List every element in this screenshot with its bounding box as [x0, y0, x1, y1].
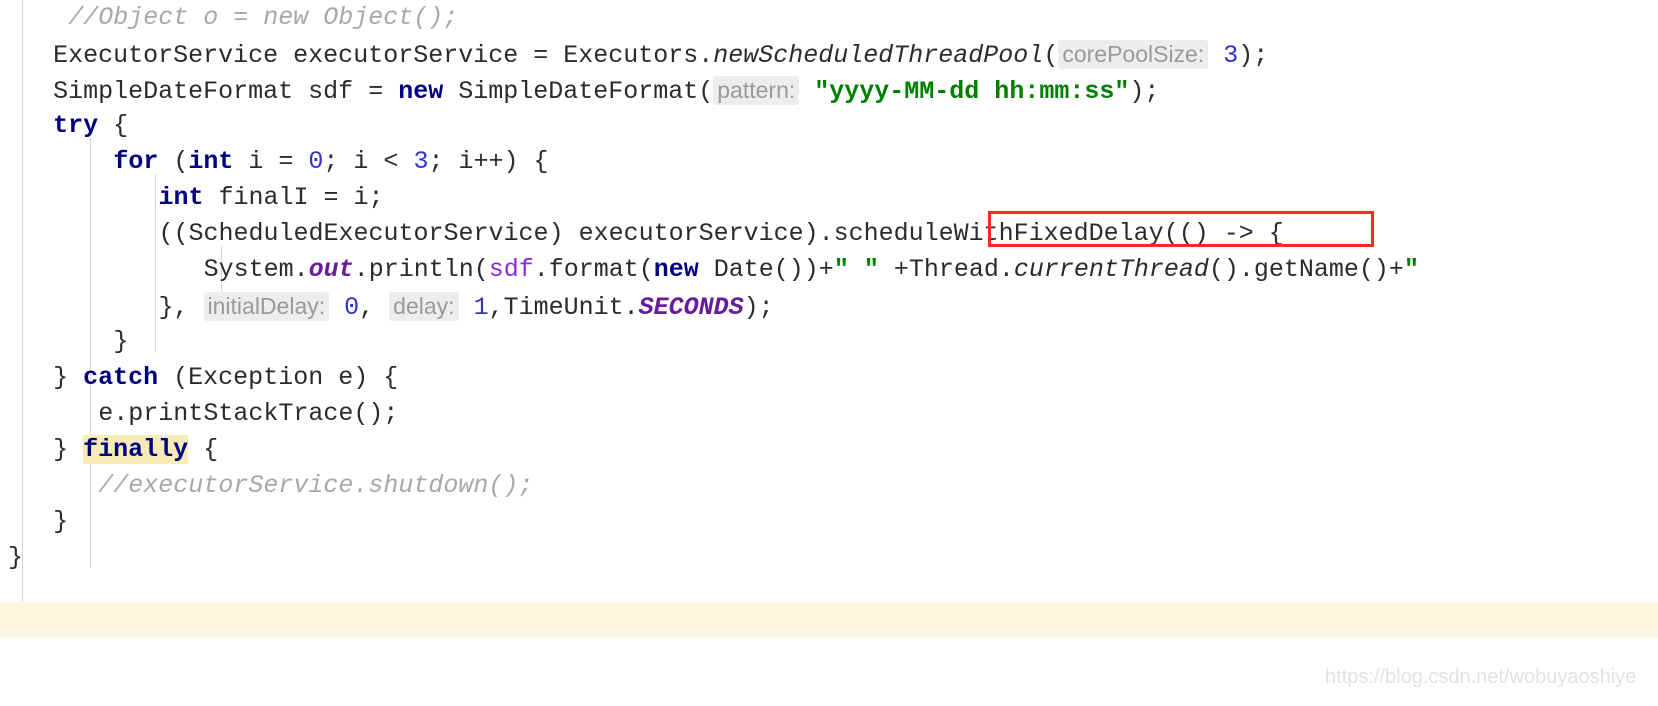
token: newScheduledThreadPool: [713, 41, 1044, 70]
token: finally: [83, 435, 189, 464]
token: }: [113, 327, 129, 356]
token: i =: [233, 147, 309, 176]
token: int: [188, 147, 234, 176]
token: SECONDS: [638, 293, 744, 322]
line-close-for[interactable]: }: [0, 324, 1658, 360]
token: {: [188, 435, 219, 464]
token: currentThread: [1013, 255, 1209, 284]
line-catch[interactable]: } catch (Exception e) {: [0, 360, 1658, 396]
token: sdf: [488, 255, 534, 284]
line-initialdelay[interactable]: }, initialDelay: 0, delay: 1,TimeUnit.SE…: [0, 288, 1658, 324]
token: ; i <: [323, 147, 414, 176]
token: ().getName()+: [1208, 255, 1404, 284]
token: +Thread.: [878, 255, 1014, 284]
token: ((ScheduledExecutorService) executorServ…: [158, 219, 834, 248]
token: scheduleWithFixedDelay: [833, 219, 1164, 248]
line-comment-shutdown[interactable]: //executorService.shutdown();: [0, 468, 1658, 504]
token: pattern:: [713, 76, 800, 105]
token: 0: [344, 293, 360, 322]
token: (: [158, 147, 189, 176]
token: }: [53, 363, 84, 392]
line-for[interactable]: for (int i = 0; i < 3; i++) {: [0, 144, 1658, 180]
token: corePoolSize:: [1058, 40, 1209, 69]
line-printstacktrace[interactable]: e.printStackTrace();: [0, 396, 1658, 432]
token: 3: [1223, 41, 1239, 70]
line-executorservice[interactable]: ExecutorService executorService = Execut…: [0, 36, 1658, 72]
token: }: [8, 543, 24, 572]
token: );: [743, 293, 774, 322]
line-finally[interactable]: } finally {: [0, 432, 1658, 468]
token: catch: [83, 363, 159, 392]
token: ,: [359, 293, 390, 322]
token: {: [98, 111, 129, 140]
token: ; i++) {: [428, 147, 549, 176]
token: );: [1129, 77, 1160, 106]
token: "yyyy-MM-dd hh:mm:ss": [814, 77, 1130, 106]
token: out: [308, 255, 354, 284]
line-comment-object[interactable]: //Object o = new Object();: [0, 0, 1658, 36]
token: //executorService.shutdown();: [98, 471, 534, 500]
token: for: [113, 147, 159, 176]
code-editor-screenshot: //Object o = new Object(); ExecutorServic…: [0, 0, 1658, 706]
token: ExecutorService executorService = Execut…: [53, 41, 714, 70]
token: 0: [308, 147, 324, 176]
highlight-band: [0, 602, 1658, 638]
line-println[interactable]: System.out.println(sdf.format(new Date()…: [0, 252, 1658, 288]
token: e.printStackTrace();: [98, 399, 399, 428]
token: new: [653, 255, 699, 284]
line-finali[interactable]: int finalI = i;: [0, 180, 1658, 216]
token: SimpleDateFormat sdf =: [53, 77, 399, 106]
token: //Object o = new Object();: [68, 3, 459, 32]
code-block[interactable]: //Object o = new Object(); ExecutorServic…: [0, 0, 1658, 576]
line-try[interactable]: try {: [0, 108, 1658, 144]
line-simpledateformat[interactable]: SimpleDateFormat sdf = new SimpleDateFor…: [0, 72, 1658, 108]
token: finalI = i;: [203, 183, 384, 212]
token: (() -> {: [1163, 219, 1284, 248]
token: (: [1043, 41, 1059, 70]
token: },: [158, 293, 204, 322]
token: " ": [833, 255, 879, 284]
token: System.: [203, 255, 309, 284]
token: int: [158, 183, 204, 212]
line-close-method[interactable]: }: [0, 540, 1658, 576]
token: SimpleDateFormat(: [443, 77, 714, 106]
token: 3: [413, 147, 429, 176]
token: Date())+: [698, 255, 834, 284]
token: 1: [473, 293, 489, 322]
token: try: [53, 111, 99, 140]
token: .println(: [353, 255, 489, 284]
watermark-text: https://blog.csdn.net/wobuyaoshiye: [1325, 666, 1637, 688]
token: }: [53, 435, 84, 464]
token: .format(: [533, 255, 654, 284]
token: initialDelay:: [203, 292, 330, 321]
token: ": [1403, 255, 1419, 284]
token: );: [1238, 41, 1269, 70]
line-schedulewithfixeddelay[interactable]: ((ScheduledExecutorService) executorServ…: [0, 216, 1658, 252]
line-close-finally[interactable]: }: [0, 504, 1658, 540]
token: delay:: [389, 292, 459, 321]
token: }: [53, 507, 69, 536]
token: (Exception e) {: [158, 363, 399, 392]
token: ,TimeUnit.: [488, 293, 639, 322]
token: new: [398, 77, 444, 106]
